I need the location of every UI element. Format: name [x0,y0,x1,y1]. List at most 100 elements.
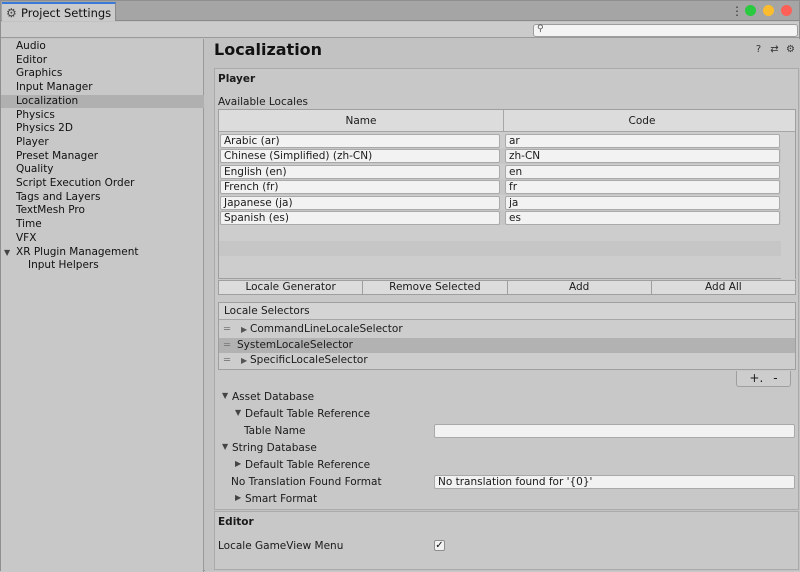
locale-name-field[interactable]: Spanish (es) [220,211,500,225]
sidebar-item-textmesh-pro[interactable]: TextMesh Pro [1,204,204,218]
settings-content: Localization ? ⇄ ⚙ Player Available Loca… [205,39,800,571]
locale-selectors-list: Locale Selectors ═ ▶ CommandLineLocaleSe… [218,302,796,370]
empty-row [219,240,795,257]
table-header: Name Code [219,110,795,132]
maximize-button[interactable] [745,5,756,16]
add-selector-button[interactable]: +. [749,371,763,386]
drag-handle-icon[interactable]: ═ [224,353,230,368]
smart-format-label: Smart Format [245,493,318,505]
project-settings-window: ⚙ Project Settings ⋮ ⚲ Audio Editor Grap… [0,0,800,572]
column-header-code[interactable]: Code [504,115,780,127]
locale-code-field[interactable]: en [505,164,780,179]
sidebar-item-graphics[interactable]: Graphics [1,67,204,81]
editor-section-title: Editor [218,516,254,528]
sidebar-item-player[interactable]: Player [1,136,204,150]
asset-database-title: Asset Database [232,391,315,403]
page-title: Localization [214,40,323,59]
player-section-title: Player [218,73,256,85]
locale-code-field[interactable]: zh-CN [505,149,780,164]
selector-label: CommandLineLocaleSelector [250,323,403,335]
table-row[interactable]: French (fr) fr [219,179,795,195]
locale-name-field[interactable]: Chinese (Simplified) (zh-CN) [220,149,500,164]
default-table-reference-label: Default Table Reference [245,459,371,471]
locales-button-row: Locale Generator Remove Selected Add Add… [218,280,796,295]
drag-handle-icon[interactable]: ═ [224,338,230,353]
locale-code-field[interactable]: ja [505,195,780,210]
settings-gear-icon[interactable]: ⚙ [785,44,796,55]
preset-icon[interactable]: ⇄ [769,44,780,55]
locale-gameview-menu-checkbox[interactable]: ✓ [434,540,445,551]
collapse-arrow-icon[interactable]: ▶ [235,459,241,468]
expand-arrow-icon[interactable]: ▶ [241,353,247,368]
locale-selectors-title: Locale Selectors [219,303,795,320]
sidebar-item-physics-2d[interactable]: Physics 2D [1,122,204,136]
minimize-button[interactable] [763,5,774,16]
locale-code-field[interactable]: fr [505,180,780,195]
sidebar-item-xr-plugin-management[interactable]: ▼ XR Plugin Management [1,246,204,260]
list-item[interactable]: ═ ▶ CommandLineLocaleSelector [219,322,795,337]
expand-arrow-icon[interactable]: ▶ [241,322,247,337]
add-button[interactable]: Add [507,280,652,295]
search-icon: ⚲ [537,24,544,34]
tab-title: Project Settings [21,5,112,20]
selector-label: SpecificLocaleSelector [250,354,368,366]
expand-arrow-icon[interactable]: ▼ [222,391,228,400]
available-locales-label: Available Locales [218,96,309,108]
player-panel: Player Available Locales Name Code Arabi… [214,68,799,510]
locale-code-field[interactable]: ar [505,134,780,148]
add-all-button[interactable]: Add All [651,280,796,295]
sidebar-item-input-manager[interactable]: Input Manager [1,81,204,95]
sidebar-item-preset-manager[interactable]: Preset Manager [1,150,204,164]
collapse-arrow-icon[interactable]: ▶ [235,493,241,502]
sidebar-item-physics[interactable]: Physics [1,109,204,123]
sidebar-item-audio[interactable]: Audio [1,40,204,54]
sidebar-item-quality[interactable]: Quality [1,163,204,177]
sidebar-item-script-execution-order[interactable]: Script Execution Order [1,177,204,191]
list-item[interactable]: ═ SystemLocaleSelector [219,337,795,353]
sidebar-item-time[interactable]: Time [1,218,204,232]
remove-selector-button[interactable]: - [773,371,777,386]
locale-name-field[interactable]: French (fr) [220,180,500,195]
expand-arrow-icon[interactable]: ▼ [4,246,10,260]
locale-name-field[interactable]: English (en) [220,164,500,179]
sidebar-item-label: XR Plugin Management [16,245,139,258]
locale-generator-button[interactable]: Locale Generator [218,280,364,295]
table-name-field[interactable] [434,424,795,438]
search-input[interactable]: ⚲ [533,24,798,37]
more-options-icon[interactable]: ⋮ [731,3,743,19]
table-row[interactable]: Japanese (ja) ja [219,195,795,210]
table-row[interactable]: Chinese (Simplified) (zh-CN) zh-CN [219,148,795,164]
locale-name-field[interactable]: Japanese (ja) [220,195,500,210]
table-row[interactable]: English (en) en [219,164,795,179]
list-add-remove: +. - [736,371,791,387]
drag-handle-icon[interactable]: ═ [224,322,230,337]
expand-arrow-icon[interactable]: ▼ [222,442,228,451]
sidebar-item-tags-and-layers[interactable]: Tags and Layers [1,191,204,205]
column-header-name[interactable]: Name [219,115,503,127]
selector-label: SystemLocaleSelector [237,338,353,351]
table-row[interactable]: Arabic (ar) ar [219,133,795,148]
settings-sidebar: Audio Editor Graphics Input Manager Loca… [1,39,204,572]
editor-panel: Editor Locale GameView Menu ✓ [214,511,799,570]
default-table-reference-label: Default Table Reference [245,408,371,420]
sidebar-item-localization[interactable]: Localization [1,94,204,109]
sidebar-item-input-helpers[interactable]: Input Helpers [1,259,204,273]
expand-arrow-icon[interactable]: ▼ [235,408,241,417]
title-bar: ⚙ Project Settings ⋮ [1,1,799,21]
close-button[interactable] [781,5,792,16]
empty-row [219,256,795,271]
tab-project-settings[interactable]: ⚙ Project Settings [2,2,116,21]
help-icon[interactable]: ? [753,44,764,55]
no-translation-format-field[interactable]: No translation found for '{0}' [434,475,795,489]
empty-row [219,225,795,240]
list-item[interactable]: ═ ▶ SpecificLocaleSelector [219,353,795,368]
table-scrollbar[interactable] [781,132,795,279]
locale-code-field[interactable]: es [505,211,780,225]
table-row[interactable]: Spanish (es) es [219,210,795,226]
checkmark-icon: ✓ [435,540,444,551]
locale-name-field[interactable]: Arabic (ar) [220,134,500,148]
sidebar-item-vfx[interactable]: VFX [1,232,204,246]
header-icons: ? ⇄ ⚙ [753,44,796,55]
sidebar-item-editor[interactable]: Editor [1,54,204,68]
remove-selected-button[interactable]: Remove Selected [363,280,508,295]
